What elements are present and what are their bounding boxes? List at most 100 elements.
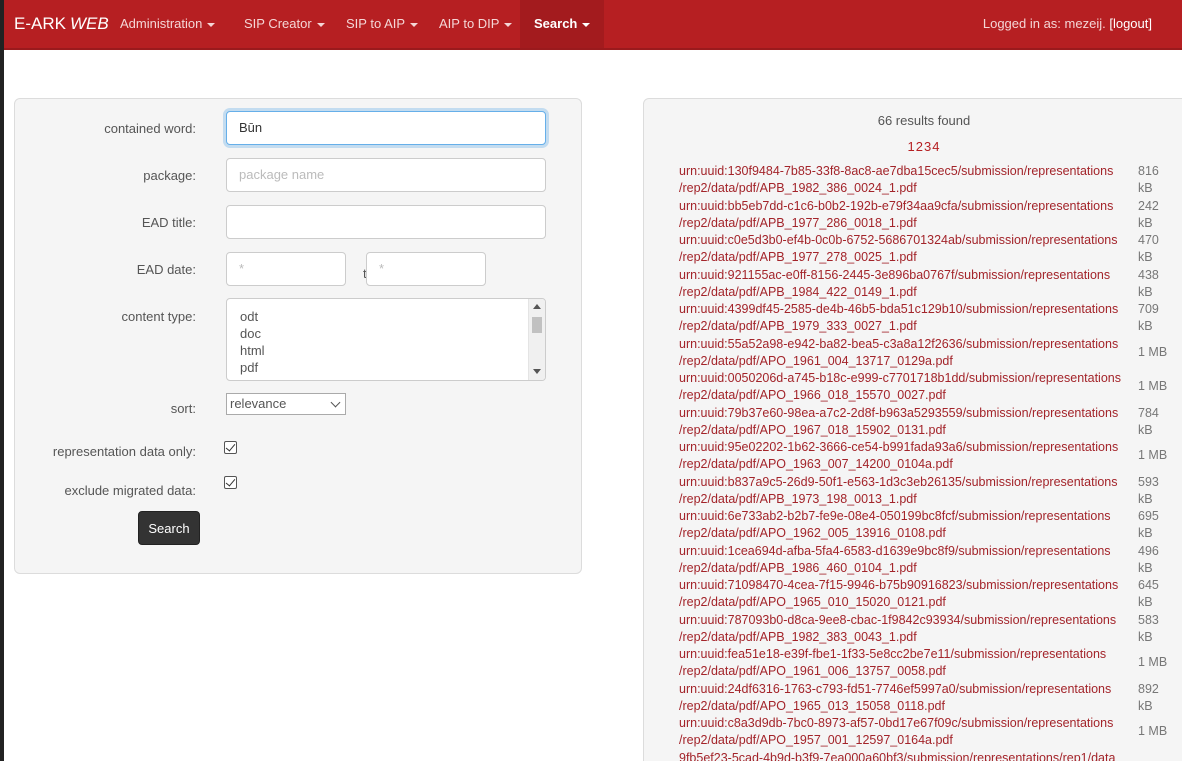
- result-link[interactable]: urn:uuid:55a52a98-e942-ba82-bea5-c3a8a12…: [679, 336, 1129, 370]
- result-row: urn:uuid:787093b0-d8ca-9ee8-cbac-1f9842c…: [679, 612, 1182, 647]
- result-size: 438 kB: [1138, 267, 1159, 299]
- content-type-option[interactable]: html: [227, 342, 545, 359]
- caret-down-icon: [410, 22, 419, 27]
- result-size: 1 MB: [1138, 724, 1168, 738]
- content-type-listbox[interactable]: odt doc html pdf txt: [226, 298, 546, 381]
- result-size: 709 kB: [1138, 302, 1159, 333]
- menu-sip-to-aip[interactable]: SIP to AIP: [346, 0, 419, 48]
- results-count: 66 results found: [877, 113, 971, 128]
- result-size: 470 kB: [1138, 233, 1159, 264]
- rep-only-checkbox[interactable]: [224, 441, 237, 454]
- caret-down-icon: [504, 22, 513, 27]
- pagination[interactable]: 1234: [644, 139, 1182, 154]
- result-size: 695 kB: [1138, 509, 1159, 540]
- result-row: urn:uuid:79b37e60-98ea-a7c2-2d8f-b963a52…: [679, 405, 1182, 440]
- result-row: urn:uuid:c8a3d9db-7bc0-8973-af57-0bd17e6…: [679, 715, 1182, 750]
- menu-sip-creator[interactable]: SIP Creator: [244, 0, 325, 48]
- result-size: 242 kB: [1138, 198, 1159, 230]
- result-size: 645 kB: [1138, 578, 1159, 609]
- login-status: Logged in as: mezeij. [logout]: [982, 16, 1152, 31]
- result-link[interactable]: urn:uuid:130f9484-7b85-33f8-8ac8-ae7dba1…: [679, 163, 1129, 197]
- result-link[interactable]: urn:uuid:c0e5d3b0-ef4b-0c0b-6752-5686701…: [679, 232, 1129, 266]
- result-row: urn:uuid:95e02202-1b62-3666-ce54-b991fad…: [679, 439, 1182, 474]
- result-row: urn:uuid:921155ac-e0ff-8156-2445-3e896ba…: [679, 267, 1182, 302]
- result-link[interactable]: urn:uuid:79b37e60-98ea-a7c2-2d8f-b963a52…: [679, 405, 1129, 439]
- result-link[interactable]: urn:uuid:95e02202-1b62-3666-ce54-b991fad…: [679, 439, 1129, 473]
- exclude-migrated-checkbox[interactable]: [224, 476, 237, 489]
- result-row: urn:uuid:b837a9c5-26d9-50f1-e563-1d3c3eb…: [679, 474, 1182, 509]
- ead-date-to-input[interactable]: *: [366, 252, 486, 286]
- result-link[interactable]: urn:uuid:1cea694d-afba-5fa4-6583-d1639e9…: [679, 543, 1129, 577]
- search-form-panel: contained word: Būn package: package nam…: [14, 98, 582, 574]
- scroll-thumb[interactable]: [532, 317, 542, 333]
- content-type-option[interactable]: odt: [227, 308, 545, 325]
- scroll-up-icon[interactable]: [533, 304, 541, 309]
- caret-down-icon: [316, 22, 325, 27]
- result-row: urn:uuid:0050206d-a745-b18c-e999-c770171…: [679, 370, 1182, 405]
- listbox-scrollbar[interactable]: [528, 299, 545, 380]
- result-row: urn:uuid:c0e5d3b0-ef4b-0c0b-6752-5686701…: [679, 232, 1182, 267]
- search-button[interactable]: Search: [138, 511, 200, 545]
- result-row: urn:uuid:71098470-4cea-7f15-9946-b75b909…: [679, 577, 1182, 612]
- package-label: package:: [143, 168, 196, 183]
- result-size: 1 MB: [1138, 758, 1178, 761]
- result-row: 9fb5ef23-5cad-4b9d-b3f9-7ea000a60bf3/sub…: [679, 750, 1182, 761]
- result-size: 1 MB: [1138, 655, 1168, 669]
- ead-title-input[interactable]: [226, 205, 546, 239]
- result-size: 583 kB: [1138, 612, 1159, 644]
- result-link[interactable]: urn:uuid:6e733ab2-b2b7-fe9e-08e4-050199b…: [679, 508, 1129, 542]
- result-size: 892 kB: [1138, 681, 1159, 713]
- result-size: 784 kB: [1138, 405, 1159, 437]
- result-link[interactable]: urn:uuid:0050206d-a745-b18c-e999-c770171…: [679, 370, 1129, 404]
- result-size: 1 MB: [1138, 448, 1168, 462]
- result-link[interactable]: urn:uuid:921155ac-e0ff-8156-2445-3e896ba…: [679, 267, 1129, 301]
- menu-search[interactable]: Search: [520, 0, 605, 48]
- result-link[interactable]: urn:uuid:24df6316-1763-c793-fd51-7746ef5…: [679, 681, 1129, 715]
- ead-title-label: EAD title:: [141, 215, 196, 230]
- scroll-down-icon[interactable]: [533, 369, 541, 374]
- content-type-option[interactable]: pdf: [227, 359, 545, 376]
- result-row: urn:uuid:1cea694d-afba-5fa4-6583-d1639e9…: [679, 543, 1182, 578]
- result-link[interactable]: urn:uuid:4399df45-2585-de4b-46b5-bda51c1…: [679, 301, 1129, 335]
- logout-link[interactable]: [logout]: [1109, 16, 1152, 31]
- ead-date-label: EAD date:: [136, 262, 196, 277]
- content-type-option[interactable]: doc: [227, 325, 545, 342]
- result-size: 496 kB: [1138, 543, 1159, 575]
- window-edge: [0, 0, 4, 761]
- brand-logo[interactable]: E-ARK WEB: [14, 0, 109, 48]
- top-navbar: E-ARK WEB Administration SIP Creator SIP …: [4, 0, 1182, 50]
- result-size: 816 kB: [1138, 164, 1159, 195]
- rep-only-label: representation data only:: [52, 444, 196, 459]
- result-row: urn:uuid:4399df45-2585-de4b-46b5-bda51c1…: [679, 301, 1182, 336]
- results-panel: 66 results found 1234 urn:uuid:130f9484-…: [643, 98, 1182, 761]
- result-size: 593 kB: [1138, 474, 1159, 506]
- result-row: urn:uuid:bb5eb7dd-c1c6-b0b2-192b-e79f34a…: [679, 198, 1182, 233]
- result-link[interactable]: urn:uuid:71098470-4cea-7f15-9946-b75b909…: [679, 577, 1129, 611]
- ead-date-from-input[interactable]: *: [226, 252, 346, 286]
- result-link[interactable]: urn:uuid:fea51e18-e39f-fbe1-1f33-5e8cc2b…: [679, 646, 1129, 680]
- result-link[interactable]: urn:uuid:787093b0-d8ca-9ee8-cbac-1f9842c…: [679, 612, 1129, 646]
- result-row: urn:uuid:130f9484-7b85-33f8-8ac8-ae7dba1…: [679, 163, 1182, 198]
- result-link[interactable]: urn:uuid:c8a3d9db-7bc0-8973-af57-0bd17e6…: [679, 715, 1129, 749]
- result-size: 1 MB: [1138, 344, 1168, 359]
- results-list: urn:uuid:130f9484-7b85-33f8-8ac8-ae7dba1…: [679, 163, 1182, 761]
- result-row: urn:uuid:6e733ab2-b2b7-fe9e-08e4-050199b…: [679, 508, 1182, 543]
- contained-word-label: contained word:: [104, 121, 196, 136]
- contained-word-input[interactable]: Būn: [226, 111, 546, 145]
- result-link[interactable]: urn:uuid:b837a9c5-26d9-50f1-e563-1d3c3eb…: [679, 474, 1129, 508]
- sort-label: sort:: [170, 401, 196, 416]
- caret-down-icon: [207, 22, 216, 27]
- menu-administration[interactable]: Administration: [120, 0, 216, 48]
- chevron-down-icon: [330, 397, 341, 408]
- result-link[interactable]: urn:uuid:bb5eb7dd-c1c6-b0b2-192b-e79f34a…: [679, 198, 1129, 232]
- exclude-migrated-label: exclude migrated data:: [64, 483, 196, 498]
- content-type-label: content type:: [121, 309, 196, 324]
- menu-aip-to-dip[interactable]: AIP to DIP: [439, 0, 513, 48]
- result-link[interactable]: 9fb5ef23-5cad-4b9d-b3f9-7ea000a60bf3/sub…: [679, 750, 1129, 761]
- result-row: urn:uuid:fea51e18-e39f-fbe1-1f33-5e8cc2b…: [679, 646, 1182, 681]
- content-type-option[interactable]: txt: [227, 376, 545, 380]
- sort-select[interactable]: relevance: [226, 393, 346, 415]
- package-input[interactable]: package name: [226, 158, 546, 192]
- result-row: urn:uuid:24df6316-1763-c793-fd51-7746ef5…: [679, 681, 1182, 716]
- result-size: 1 MB: [1138, 379, 1168, 393]
